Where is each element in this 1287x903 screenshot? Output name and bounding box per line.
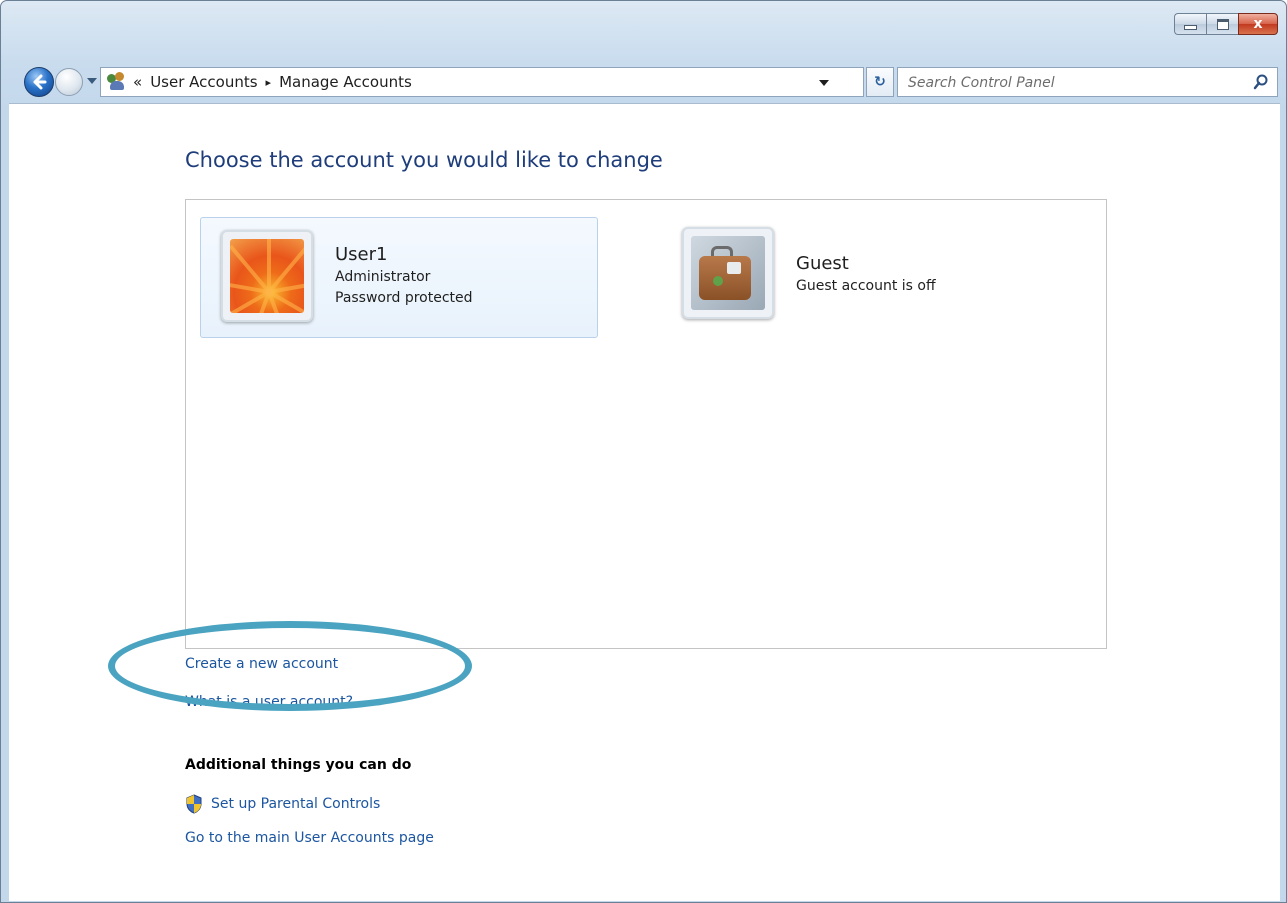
minimize-icon bbox=[1184, 24, 1197, 30]
account-tile-guest[interactable]: Guest Guest account is off bbox=[682, 227, 936, 319]
recent-pages-dropdown-icon[interactable] bbox=[87, 78, 97, 84]
account-info: Guest Guest account is off bbox=[796, 252, 936, 297]
breadcrumb-separator-icon[interactable]: ▸ bbox=[266, 76, 272, 89]
breadcrumb-overflow[interactable]: « bbox=[133, 73, 142, 91]
address-dropdown-icon[interactable] bbox=[819, 80, 829, 86]
search-box[interactable] bbox=[897, 67, 1278, 97]
breadcrumb-user-accounts[interactable]: User Accounts bbox=[150, 73, 257, 91]
avatar bbox=[682, 227, 774, 319]
flower-picture-icon bbox=[230, 239, 304, 313]
maximize-icon bbox=[1216, 18, 1229, 30]
back-arrow-icon bbox=[33, 74, 47, 90]
search-input[interactable] bbox=[906, 72, 1230, 94]
account-tile-user1[interactable]: User1 Administrator Password protected bbox=[200, 217, 598, 338]
avatar bbox=[221, 230, 313, 322]
create-new-account-link[interactable]: Create a new account bbox=[185, 656, 338, 672]
address-bar[interactable]: « User Accounts ▸ Manage Accounts bbox=[100, 67, 864, 97]
search-icon[interactable] bbox=[1253, 74, 1269, 90]
parental-controls-link[interactable]: Set up Parental Controls bbox=[211, 796, 380, 812]
close-icon: x bbox=[1253, 16, 1263, 32]
parental-controls-row: Set up Parental Controls bbox=[185, 794, 380, 814]
close-button[interactable]: x bbox=[1238, 13, 1278, 35]
uac-shield-icon bbox=[186, 794, 202, 814]
breadcrumb-manage-accounts[interactable]: Manage Accounts bbox=[279, 73, 412, 91]
what-is-user-account-link[interactable]: What is a user account? bbox=[185, 694, 353, 710]
back-button[interactable] bbox=[24, 67, 54, 97]
additional-heading: Additional things you can do bbox=[185, 757, 412, 773]
refresh-button[interactable]: ↻ bbox=[866, 67, 894, 97]
account-status: Password protected bbox=[335, 290, 473, 306]
account-status: Guest account is off bbox=[796, 278, 936, 294]
navigation-bar: « User Accounts ▸ Manage Accounts ↻ bbox=[11, 65, 1278, 99]
accounts-list: User1 Administrator Password protected G… bbox=[185, 199, 1107, 649]
forward-button[interactable] bbox=[55, 68, 83, 96]
page-title: Choose the account you would like to cha… bbox=[185, 148, 663, 172]
window-frame: x « User Accounts ▸ Manage Accounts ↻ Se… bbox=[0, 0, 1287, 903]
suitcase-picture-icon bbox=[691, 236, 765, 310]
minimize-button[interactable] bbox=[1174, 13, 1206, 35]
user-accounts-icon bbox=[107, 72, 127, 92]
account-info: User1 Administrator Password protected bbox=[335, 243, 473, 309]
main-user-accounts-link[interactable]: Go to the main User Accounts page bbox=[185, 830, 434, 846]
account-type: Administrator bbox=[335, 269, 431, 285]
maximize-button[interactable] bbox=[1206, 13, 1238, 35]
account-name: User1 bbox=[335, 244, 388, 265]
content-pane: Choose the account you would like to cha… bbox=[9, 103, 1280, 901]
breadcrumb: « User Accounts ▸ Manage Accounts bbox=[133, 73, 412, 91]
account-name: Guest bbox=[796, 253, 849, 274]
window-controls: x bbox=[1174, 13, 1278, 35]
title-bar: x bbox=[1, 1, 1286, 59]
refresh-icon: ↻ bbox=[874, 74, 886, 90]
